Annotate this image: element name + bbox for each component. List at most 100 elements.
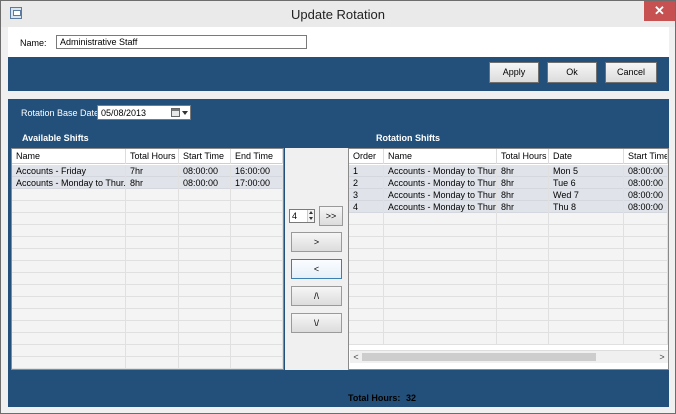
column-header-name[interactable]: Name bbox=[384, 149, 497, 164]
empty-row bbox=[349, 249, 668, 261]
table-cell bbox=[179, 285, 231, 297]
table-row[interactable]: 1 Accounts - Monday to Thur... 8hr Mon 5 08:… bbox=[349, 165, 668, 177]
table-cell bbox=[126, 261, 179, 273]
table-cell: 8hr bbox=[497, 189, 549, 201]
table-cell bbox=[349, 297, 384, 309]
move-up-button[interactable]: /\ bbox=[291, 286, 342, 306]
table-cell bbox=[12, 345, 126, 357]
ok-button[interactable]: Ok bbox=[547, 62, 597, 83]
column-header-total-hours[interactable]: Total Hours bbox=[497, 149, 549, 164]
move-down-button[interactable]: \/ bbox=[291, 313, 342, 333]
table-cell: 16:00:00 bbox=[231, 165, 283, 177]
table-cell: 17:00:00 bbox=[231, 177, 283, 189]
empty-row bbox=[349, 225, 668, 237]
table-cell bbox=[231, 201, 283, 213]
table-cell bbox=[231, 321, 283, 333]
add-all-button[interactable]: >> bbox=[319, 206, 343, 226]
column-header-date[interactable]: Date bbox=[549, 149, 624, 164]
table-cell bbox=[179, 213, 231, 225]
empty-row bbox=[349, 333, 668, 345]
table-cell bbox=[549, 237, 624, 249]
table-cell bbox=[497, 213, 549, 225]
table-cell: 08:00:00 bbox=[624, 165, 668, 177]
empty-row bbox=[12, 201, 283, 213]
table-cell bbox=[126, 321, 179, 333]
table-cell bbox=[384, 249, 497, 261]
table-cell bbox=[624, 261, 668, 273]
apply-button[interactable]: Apply bbox=[489, 62, 539, 83]
table-cell bbox=[624, 225, 668, 237]
repeat-count-stepper[interactable]: 4 bbox=[289, 209, 315, 223]
table-cell bbox=[126, 201, 179, 213]
empty-row bbox=[12, 225, 283, 237]
remove-shift-button[interactable]: < bbox=[291, 259, 342, 279]
table-cell: 3 bbox=[349, 189, 384, 201]
calendar-icon[interactable] bbox=[171, 108, 180, 117]
table-row[interactable]: 2 Accounts - Monday to Thur... 8hr Tue 6 08:… bbox=[349, 177, 668, 189]
table-cell bbox=[497, 273, 549, 285]
table-row[interactable]: Accounts - Monday to Thur... 8hr 08:00:00 1… bbox=[12, 177, 283, 189]
table-cell: 08:00:00 bbox=[624, 201, 668, 213]
scroll-left-icon[interactable]: < bbox=[350, 351, 362, 363]
column-header-start-time[interactable]: Start Time bbox=[179, 149, 231, 164]
table-cell bbox=[349, 321, 384, 333]
add-shift-button[interactable]: > bbox=[291, 232, 342, 252]
table-cell bbox=[12, 201, 126, 213]
column-header-name[interactable]: Name bbox=[12, 149, 126, 164]
table-cell bbox=[126, 297, 179, 309]
grid-header: Name Total Hours Start Time End Time bbox=[12, 149, 283, 164]
table-cell bbox=[12, 297, 126, 309]
title-bar: Update Rotation ✕ bbox=[1, 1, 675, 27]
table-cell bbox=[497, 321, 549, 333]
table-row[interactable]: 4 Accounts - Monday to Thur... 8hr Thu 8 08:… bbox=[349, 201, 668, 213]
table-cell bbox=[231, 309, 283, 321]
table-cell bbox=[497, 285, 549, 297]
empty-row bbox=[349, 297, 668, 309]
empty-row bbox=[12, 189, 283, 201]
column-header-total-hours[interactable]: Total Hours bbox=[126, 149, 179, 164]
table-cell bbox=[624, 309, 668, 321]
close-button[interactable]: ✕ bbox=[644, 1, 675, 21]
table-row[interactable]: 3 Accounts - Monday to Thur... 8hr Wed 7 08:… bbox=[349, 189, 668, 201]
rotation-shifts-grid[interactable]: Order Name Total Hours Date Start Time <… bbox=[348, 148, 669, 370]
table-cell bbox=[384, 213, 497, 225]
empty-row bbox=[12, 213, 283, 225]
table-cell bbox=[126, 309, 179, 321]
table-cell bbox=[497, 261, 549, 273]
update-rotation-window: Update Rotation ✕ Name: Apply Ok Cancel … bbox=[0, 0, 676, 414]
table-cell: 08:00:00 bbox=[624, 189, 668, 201]
scroll-right-icon[interactable]: > bbox=[656, 351, 668, 363]
table-cell bbox=[497, 309, 549, 321]
scrollbar-thumb[interactable] bbox=[362, 353, 596, 361]
rotation-base-date-picker[interactable]: 05/08/2013 bbox=[97, 105, 191, 120]
table-cell bbox=[231, 285, 283, 297]
column-header-end-time[interactable]: End Time bbox=[231, 149, 283, 164]
column-header-start-time[interactable]: Start Time bbox=[624, 149, 668, 164]
table-cell bbox=[624, 237, 668, 249]
column-header-order[interactable]: Order bbox=[349, 149, 384, 164]
empty-row bbox=[349, 273, 668, 285]
table-cell: 08:00:00 bbox=[179, 165, 231, 177]
table-cell bbox=[549, 261, 624, 273]
table-cell bbox=[349, 249, 384, 261]
table-cell: Wed 7 bbox=[549, 189, 624, 201]
chevron-down-icon[interactable] bbox=[182, 111, 188, 115]
empty-row bbox=[349, 237, 668, 249]
horizontal-scrollbar[interactable]: < > bbox=[350, 350, 668, 363]
transfer-controls: 4 >> > < /\ \/ bbox=[285, 148, 348, 370]
table-cell bbox=[549, 249, 624, 261]
table-cell bbox=[549, 297, 624, 309]
cancel-button[interactable]: Cancel bbox=[605, 62, 657, 83]
empty-row bbox=[349, 321, 668, 333]
table-cell bbox=[384, 273, 497, 285]
table-cell bbox=[624, 333, 668, 345]
name-input[interactable] bbox=[56, 35, 307, 49]
available-shifts-grid[interactable]: Name Total Hours Start Time End Time Acc… bbox=[11, 148, 284, 370]
table-cell bbox=[231, 261, 283, 273]
table-cell bbox=[126, 285, 179, 297]
table-row[interactable]: Accounts - Friday 7hr 08:00:00 16:00:00 bbox=[12, 165, 283, 177]
table-cell bbox=[12, 249, 126, 261]
table-cell bbox=[349, 333, 384, 345]
stepper-down-icon[interactable] bbox=[307, 216, 314, 222]
table-cell bbox=[624, 249, 668, 261]
